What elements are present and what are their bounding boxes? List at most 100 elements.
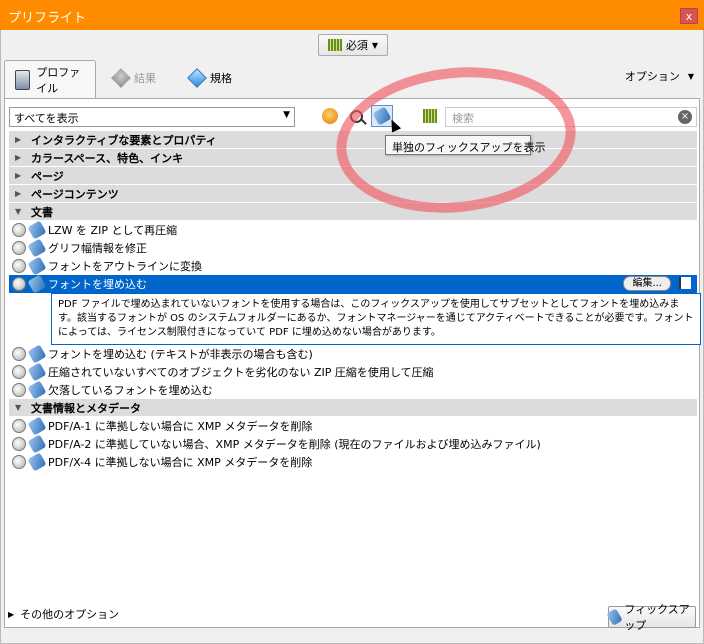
search-input[interactable]: 検索 × [445,107,697,127]
category-label: 文書 [31,205,53,219]
fixup-row[interactable]: グリフ幅情報を修正 [9,238,697,258]
expand-icon: ▶ [15,171,22,180]
tooltip: 単独のフィックスアップを表示 [385,135,545,155]
fixup-row[interactable]: PDF/A-1 に準拠しない場合に XMP メタデータを削除 [9,416,697,436]
chevron-down-icon: ▼ [687,71,694,81]
chevron-down-icon: ▼ [283,110,290,120]
more-options-label: その他のオプション [20,608,120,621]
wrench-icon [27,344,47,364]
fixup-row[interactable]: LZW を ZIP として再圧縮 [9,220,697,240]
wrench-icon [27,416,47,436]
fixup-row-selected[interactable]: フォントを埋め込む 編集... [9,274,697,294]
wrench-icon [27,220,47,240]
printer-icon [15,69,31,90]
fixup-status-icon [12,437,26,451]
fixup-label: フォントを埋め込む (テキストが非表示の場合も含む) [48,348,313,361]
wrench-icon [27,434,47,454]
fixup-label: フォントを埋め込む [48,278,147,291]
edit-button[interactable]: 編集... [623,276,671,291]
fixup-button[interactable]: フィックスアップ [606,603,696,632]
category-label: カラースペース、特色、インキ [31,151,184,165]
wrench-icon [27,362,47,382]
wrench-icon [27,256,47,276]
fixup-status-icon [12,259,26,273]
tab-label: プロファイル [36,65,81,95]
title-bar: プリフライト x [0,0,704,30]
fixup-status-icon [12,419,26,433]
fixup-label: フォントをアウトラインに変換 [48,260,202,273]
tab-results[interactable]: 結果 [104,60,166,96]
wrench-icon [606,608,624,626]
clear-icon[interactable]: × [678,110,692,124]
fixup-row[interactable]: 圧縮されていないすべてのオブジェクトを劣化のない ZIP 圧縮を使用して圧縮 [9,362,697,382]
tab-label: 規格 [210,72,232,85]
fixup-button-label: フィックスアップ [624,603,690,632]
filter-dropdown[interactable]: すべてを表示 ▼ [9,107,295,127]
fixup-label: PDF/X-4 に準拠しない場合に XMP メタデータを削除 [48,456,313,469]
toolbar: すべてを表示 ▼ 検索 × [9,105,697,129]
category-row[interactable]: ▶ ページ [9,167,697,185]
fixup-status-icon [12,383,26,397]
fixup-row[interactable]: フォントを埋め込む (テキストが非表示の場合も含む) [9,344,697,364]
category-label: ページ [31,169,64,183]
category-row[interactable]: ▼ 文書 [9,203,697,221]
category-row[interactable]: ▶ カラースペース、特色、インキ [9,149,697,167]
tab-standards[interactable]: 規格 [180,60,242,96]
fixup-row[interactable]: 欠落しているフォントを埋め込む [9,380,697,400]
fixup-status-icon [12,277,26,291]
wrench-icon [27,452,47,472]
chevron-down-icon: ▼ [371,40,379,50]
tab-label: 結果 [134,72,156,85]
fixup-row[interactable]: フォントをアウトラインに変換 [9,256,697,276]
profiles-panel: すべてを表示 ▼ 検索 × 単独のフィックスアップを表示 ▶ インタラクティブな要… [4,98,701,628]
fixup-status-icon [12,241,26,255]
more-options-toggle[interactable]: ▶ その他のオプション [8,606,119,622]
wrench-icon [111,68,131,88]
fixup-status-icon [12,365,26,379]
diamond-icon [187,68,207,88]
category-row[interactable]: ▶ インタラクティブな要素とプロパティ [9,131,697,149]
fixup-status-icon [12,223,26,237]
bars-icon [423,109,437,123]
options-menu[interactable]: オプション ▼ [625,68,694,84]
show-checks-button[interactable] [345,105,367,127]
magnifier-icon [349,109,363,123]
fixup-label: LZW を ZIP として再圧縮 [48,224,178,237]
wrench-icon [27,238,47,258]
search-placeholder: 検索 [452,112,474,125]
fixup-row[interactable]: PDF/X-4 に準拠しない場合に XMP メタデータを削除 [9,452,697,472]
category-row[interactable]: ▶ ページコンテンツ [9,185,697,203]
fixup-label: 圧縮されていないすべてのオブジェクトを劣化のない ZIP 圧縮を使用して圧縮 [48,366,434,379]
profile-icon [322,108,338,124]
wrench-icon [27,380,47,400]
required-profile-button[interactable]: 必須 ▼ [318,34,388,56]
wrench-icon [27,274,47,294]
category-row[interactable]: ▼ 文書情報とメタデータ [9,399,697,417]
required-label: 必須 [345,39,368,52]
category-label: インタラクティブな要素とプロパティ [31,133,217,147]
category-label: ページコンテンツ [31,187,119,201]
fixup-description: PDF ファイルで埋め込まれていないフォントを使用する場合は、このフィックスアッ… [51,293,701,345]
collapse-icon: ▼ [15,403,22,412]
library-button[interactable] [419,105,441,127]
fixup-list: ▶ インタラクティブな要素とプロパティ ▶ カラースペース、特色、インキ ▶ ページ … [9,131,701,472]
flag-icon[interactable] [679,277,691,289]
category-label: 文書情報とメタデータ [31,401,141,415]
fixup-row[interactable]: PDF/A-2 に準拠していない場合、XMP メタデータを削除 (現在のファイル… [9,434,697,454]
expand-icon: ▶ [8,609,15,619]
expand-icon: ▶ [15,153,22,162]
fixup-label: PDF/A-2 に準拠していない場合、XMP メタデータを削除 (現在のファイル… [48,438,541,451]
fixup-label: 欠落しているフォントを埋め込む [48,384,213,397]
options-label: オプション [624,70,680,83]
show-profiles-button[interactable] [319,105,341,127]
tab-bar: プロファイル 結果 規格 [0,60,704,98]
fixup-label: PDF/A-1 に準拠しない場合に XMP メタデータを削除 [48,420,313,433]
window-title: プリフライト [8,11,87,26]
close-button[interactable]: x [680,8,698,24]
tab-profiles[interactable]: プロファイル [4,60,96,98]
filter-value: すべてを表示 [14,112,79,125]
fixup-status-icon [12,455,26,469]
collapse-icon: ▼ [15,207,22,216]
expand-icon: ▶ [15,189,22,198]
fixup-label: グリフ幅情報を修正 [48,242,147,255]
